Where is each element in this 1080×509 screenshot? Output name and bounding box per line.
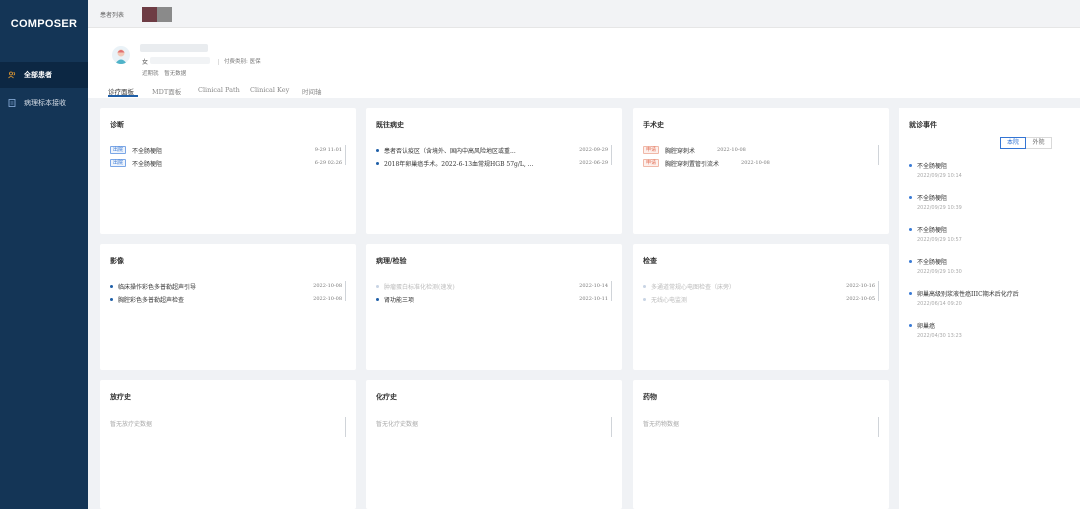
scrollbar[interactable] — [878, 145, 879, 165]
card-title: 手术史 — [643, 120, 664, 129]
list-item[interactable]: 患者否认疫区（含境外、国内中高风险地区或重... 2022-09-29 — [376, 145, 608, 155]
event-item[interactable]: 卵巢高级别浆液性癌IIIC期术后化疗后 2022/06/14 09:20 — [909, 289, 1074, 307]
sidebar-item-label: 全部患者 — [24, 71, 52, 79]
patient-info-redacted — [150, 57, 210, 64]
patient-gender: 女 — [142, 59, 149, 66]
card-title: 诊断 — [110, 120, 124, 129]
event-item[interactable]: 不全肠梗阻 2022/09/29 10:30 — [909, 257, 1074, 275]
card-title: 就诊事件 — [909, 120, 937, 129]
app-logo: COMPOSER — [10, 18, 78, 30]
status-badge: 申请 — [643, 146, 660, 154]
card-title: 放疗史 — [110, 392, 131, 401]
empty-state: 暂无放疗史数据 — [110, 421, 153, 428]
status-badge: 出院 — [110, 159, 127, 167]
sidebar: COMPOSER 全部患者 病理标本接收 — [0, 0, 88, 509]
bullet-icon — [643, 284, 646, 288]
card-history: 既往病史 患者否认疫区（含境外、国内中高风险地区或重... 2022-09-29… — [366, 108, 622, 234]
users-icon — [8, 71, 16, 79]
scrollbar[interactable] — [611, 145, 612, 165]
event-item[interactable]: 卵巢癌 2022/04/30 13:23 — [909, 321, 1074, 339]
bullet-icon — [909, 260, 912, 263]
bullet-icon — [110, 284, 113, 288]
tab-timeline[interactable]: 时间轴 — [302, 86, 322, 96]
list-item[interactable]: 临床操作彩色多普勒超声引导 2022-10-08 — [110, 281, 342, 291]
scrollbar[interactable] — [345, 281, 346, 301]
tab-mdt-panel[interactable]: MDT面板 — [152, 86, 181, 96]
bullet-icon — [376, 297, 379, 301]
status-badge: 申请 — [643, 159, 660, 167]
list-item[interactable]: 2018年卵巢癌手术。2022-6-13血常规HGB 57g/L, ... 20… — [376, 158, 608, 168]
patient-tag: 近期就 — [142, 71, 159, 77]
patient-list-tab[interactable]: 患者列表 — [100, 10, 124, 19]
active-tab-indicator — [108, 95, 138, 97]
card-surgery: 手术史 申请 胸腔穿刺术 2022-10-08 申请 胸腔穿刺置管引流术 202… — [633, 108, 889, 234]
sidebar-item-all-patients[interactable]: 全部患者 — [0, 62, 88, 88]
bullet-icon — [909, 228, 912, 231]
card-title: 检查 — [643, 256, 657, 265]
sidebar-item-label: 病理标本接收 — [24, 99, 66, 107]
list-item[interactable]: 出院 不全肠梗阻 9-29 11:01 — [110, 145, 342, 155]
bullet-icon — [909, 196, 912, 199]
toggle-other-hospital[interactable]: 外院 — [1026, 137, 1052, 149]
tab-clinical-path[interactable]: Clinical Path — [198, 86, 240, 94]
list-item[interactable]: 出院 不全肠梗阻 6-29 02:26 — [110, 158, 342, 168]
list-item[interactable]: 申请 胸腔穿刺术 2022-10-08 — [643, 145, 849, 155]
event-item[interactable]: 不全肠梗阻 2022/09/29 10:14 — [909, 161, 1074, 179]
list-item[interactable]: 肿瘤蛋白标准化检测(速发) 2022-10-14 — [376, 281, 608, 291]
sidebar-item-specimen-receive[interactable]: 病理标本接收 — [0, 90, 88, 116]
scrollbar[interactable] — [878, 417, 879, 437]
tab-swatch-a — [142, 7, 157, 22]
panel-tabs: 诊疗面板 MDT面板 Clinical Path Clinical Key 时间… — [88, 84, 1080, 98]
list-item[interactable]: 胸腔彩色多普勒超声检查 2022-10-08 — [110, 294, 342, 304]
top-tab-strip: 患者列表 — [88, 0, 1080, 28]
bullet-icon — [909, 164, 912, 167]
bullet-icon — [376, 284, 379, 288]
card-title: 影像 — [110, 256, 124, 265]
card-title: 化疗史 — [376, 392, 397, 401]
bullet-icon — [643, 297, 646, 301]
payment-type: 付费类别: 医保 — [218, 57, 261, 65]
list-item[interactable]: 申请 胸腔穿刺置管引流术 2022-10-08 — [643, 158, 849, 168]
event-item[interactable]: 不全肠梗阻 2022/09/29 10:39 — [909, 193, 1074, 211]
scrollbar[interactable] — [611, 281, 612, 301]
bullet-icon — [376, 161, 379, 165]
scrollbar[interactable] — [345, 145, 346, 165]
bullet-icon — [909, 292, 912, 295]
card-exam: 检查 多通道常规心电图检查（床旁） 2022-10-16 无线心电监测 2022… — [633, 244, 889, 370]
document-icon — [8, 99, 16, 107]
card-radiotherapy: 放疗史 暂无放疗史数据 — [100, 380, 356, 509]
tab-swatch-b — [157, 7, 172, 22]
bullet-icon — [909, 324, 912, 327]
list-item[interactable]: 无线心电监测 2022-10-05 — [643, 294, 875, 304]
patient-tags: 近期就 暂无数据 — [142, 69, 190, 77]
toggle-this-hospital[interactable]: 本院 — [1000, 137, 1026, 149]
card-title: 既往病史 — [376, 120, 404, 129]
patient-name-redacted — [140, 44, 208, 52]
visit-events-panel: 就诊事件 本院 外院 不全肠梗阻 2022/09/29 10:14 不全肠梗阻 … — [899, 108, 1080, 509]
avatar — [112, 46, 130, 64]
scrollbar[interactable] — [611, 417, 612, 437]
scrollbar[interactable] — [345, 417, 346, 437]
card-pathology: 病理/检验 肿瘤蛋白标准化检测(速发) 2022-10-14 肾功能三项 202… — [366, 244, 622, 370]
hospital-toggle: 本院 外院 — [1000, 137, 1052, 149]
card-medication: 药物 暂无药物数据 — [633, 380, 889, 509]
open-patient-tab[interactable] — [142, 7, 172, 22]
event-item[interactable]: 不全肠梗阻 2022/09/29 10:57 — [909, 225, 1074, 243]
empty-state: 暂无化疗史数据 — [376, 421, 419, 428]
patient-tag: 暂无数据 — [164, 71, 187, 77]
card-diagnosis: 诊断 出院 不全肠梗阻 9-29 11:01 出院 不全肠梗阻 6-29 02:… — [100, 108, 356, 234]
status-badge: 出院 — [110, 146, 127, 154]
bullet-icon — [110, 297, 113, 301]
list-item[interactable]: 肾功能三项 2022-10-11 — [376, 294, 608, 304]
card-chemotherapy: 化疗史 暂无化疗史数据 — [366, 380, 622, 509]
card-title: 药物 — [643, 392, 657, 401]
bullet-icon — [376, 148, 379, 152]
list-item[interactable]: 多通道常规心电图检查（床旁） 2022-10-16 — [643, 281, 875, 291]
scrollbar[interactable] — [878, 281, 879, 301]
card-imaging: 影像 临床操作彩色多普勒超声引导 2022-10-08 胸腔彩色多普勒超声检查 … — [100, 244, 356, 370]
empty-state: 暂无药物数据 — [643, 421, 680, 428]
card-title: 病理/检验 — [376, 256, 407, 265]
tab-clinical-key[interactable]: Clinical Key — [250, 86, 289, 94]
